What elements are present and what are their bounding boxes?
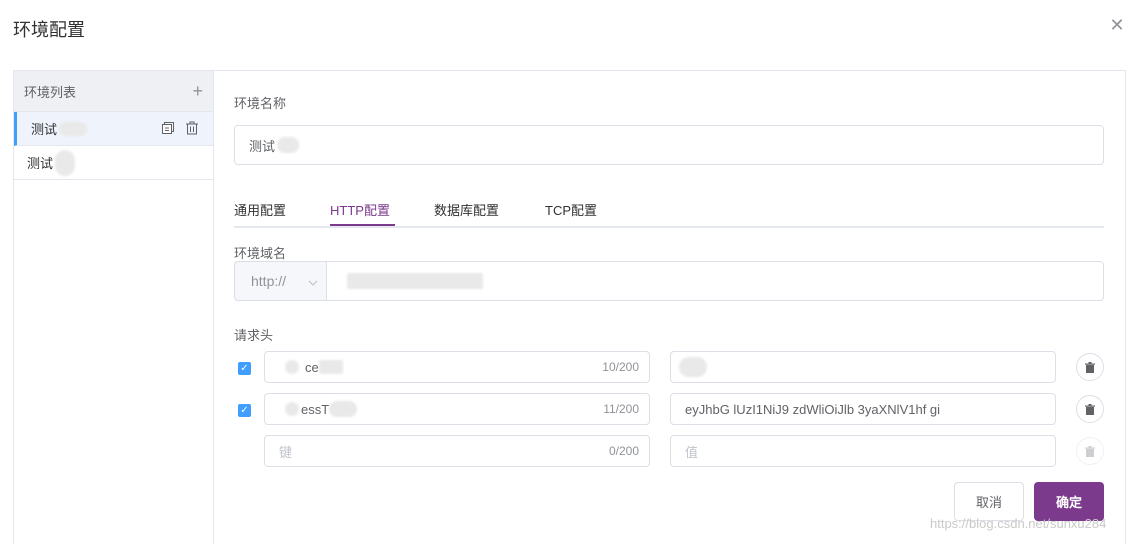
tab-http[interactable]: HTTP配置 xyxy=(330,200,390,219)
header-value-input[interactable] xyxy=(670,351,1056,383)
environment-item-label: 测试 xyxy=(27,156,54,171)
char-counter: 0/200 xyxy=(608,444,639,458)
protocol-select[interactable]: http:// xyxy=(234,261,326,301)
redacted-blur xyxy=(347,273,483,289)
delete-header-button[interactable] xyxy=(1076,437,1104,465)
tab-general[interactable]: 通用配置 xyxy=(234,200,286,219)
header-checkbox[interactable]: ✓ xyxy=(238,362,251,375)
redacted-blur xyxy=(329,401,358,417)
header-value-text: eyJhbG lUzI1NiJ9 zdWliOiJlb 3yaXNlV1hf g… xyxy=(685,401,941,417)
delete-header-button[interactable] xyxy=(1076,395,1104,423)
dialog-body: 环境列表 + 测试 测试 环境名称 测试 通用配置 HTTP配置 数据库配置 T… xyxy=(13,70,1126,544)
redacted-blur xyxy=(285,402,299,416)
header-key-input[interactable]: essT 11/200 xyxy=(264,393,650,425)
header-key-value: ce xyxy=(305,359,319,375)
redacted-blur xyxy=(277,137,300,153)
environment-form: 环境名称 测试 通用配置 HTTP配置 数据库配置 TCP配置 环境域名 htt… xyxy=(234,71,1104,544)
env-name-input[interactable]: 测试 xyxy=(234,125,1104,165)
config-tabs: 通用配置 HTTP配置 数据库配置 TCP配置 xyxy=(234,196,1104,228)
headers-label: 请求头 xyxy=(234,328,274,343)
delete-icon[interactable] xyxy=(185,121,199,135)
env-name-label: 环境名称 xyxy=(234,96,287,111)
key-placeholder: 键 xyxy=(279,444,293,460)
watermark: https://blog.csdn.net/sunxu284 xyxy=(930,516,1107,531)
header-key-input[interactable]: ce 10/200 xyxy=(264,351,650,383)
domain-input[interactable] xyxy=(326,261,1104,301)
environment-config-dialog: 环境配置 ✕ 环境列表 + 测试 测试 环境名称 测试 通用配置 HTTP配置 … xyxy=(0,0,1146,544)
environment-list-header: 环境列表 + xyxy=(14,71,213,112)
header-key-input[interactable]: 键 0/200 xyxy=(264,435,650,467)
chevron-down-icon xyxy=(308,273,318,289)
protocol-value: http:// xyxy=(251,273,287,289)
header-value-input[interactable]: 值 xyxy=(670,435,1056,467)
char-counter: 10/200 xyxy=(602,360,639,374)
add-environment-icon[interactable]: + xyxy=(192,82,203,100)
environment-list-title: 环境列表 xyxy=(24,84,77,100)
char-counter: 11/200 xyxy=(603,402,639,416)
tab-tcp[interactable]: TCP配置 xyxy=(545,200,597,219)
header-key-value: essT xyxy=(301,401,330,417)
environment-list-panel: 环境列表 + 测试 测试 xyxy=(14,71,214,544)
redacted-blur xyxy=(679,357,707,377)
environment-item[interactable]: 测试 xyxy=(14,146,213,180)
header-checkbox[interactable]: ✓ xyxy=(238,404,251,417)
close-icon[interactable]: ✕ xyxy=(1106,14,1128,36)
domain-label: 环境域名 xyxy=(234,246,287,261)
copy-icon[interactable] xyxy=(161,121,175,135)
redacted-blur xyxy=(55,149,76,176)
redacted-blur xyxy=(59,121,88,136)
value-placeholder: 值 xyxy=(685,444,699,460)
dialog-title: 环境配置 xyxy=(13,20,85,40)
environment-item[interactable]: 测试 xyxy=(14,112,213,146)
header-value-input[interactable]: eyJhbG lUzI1NiJ9 zdWliOiJlb 3yaXNlV1hf g… xyxy=(670,393,1056,425)
tab-database[interactable]: 数据库配置 xyxy=(434,200,499,219)
env-name-value: 测试 xyxy=(249,138,276,154)
environment-item-label: 测试 xyxy=(31,122,58,137)
active-tab-indicator xyxy=(330,224,395,226)
delete-header-button[interactable] xyxy=(1076,353,1104,381)
redacted-blur xyxy=(285,360,299,374)
redacted-blur xyxy=(318,360,343,374)
